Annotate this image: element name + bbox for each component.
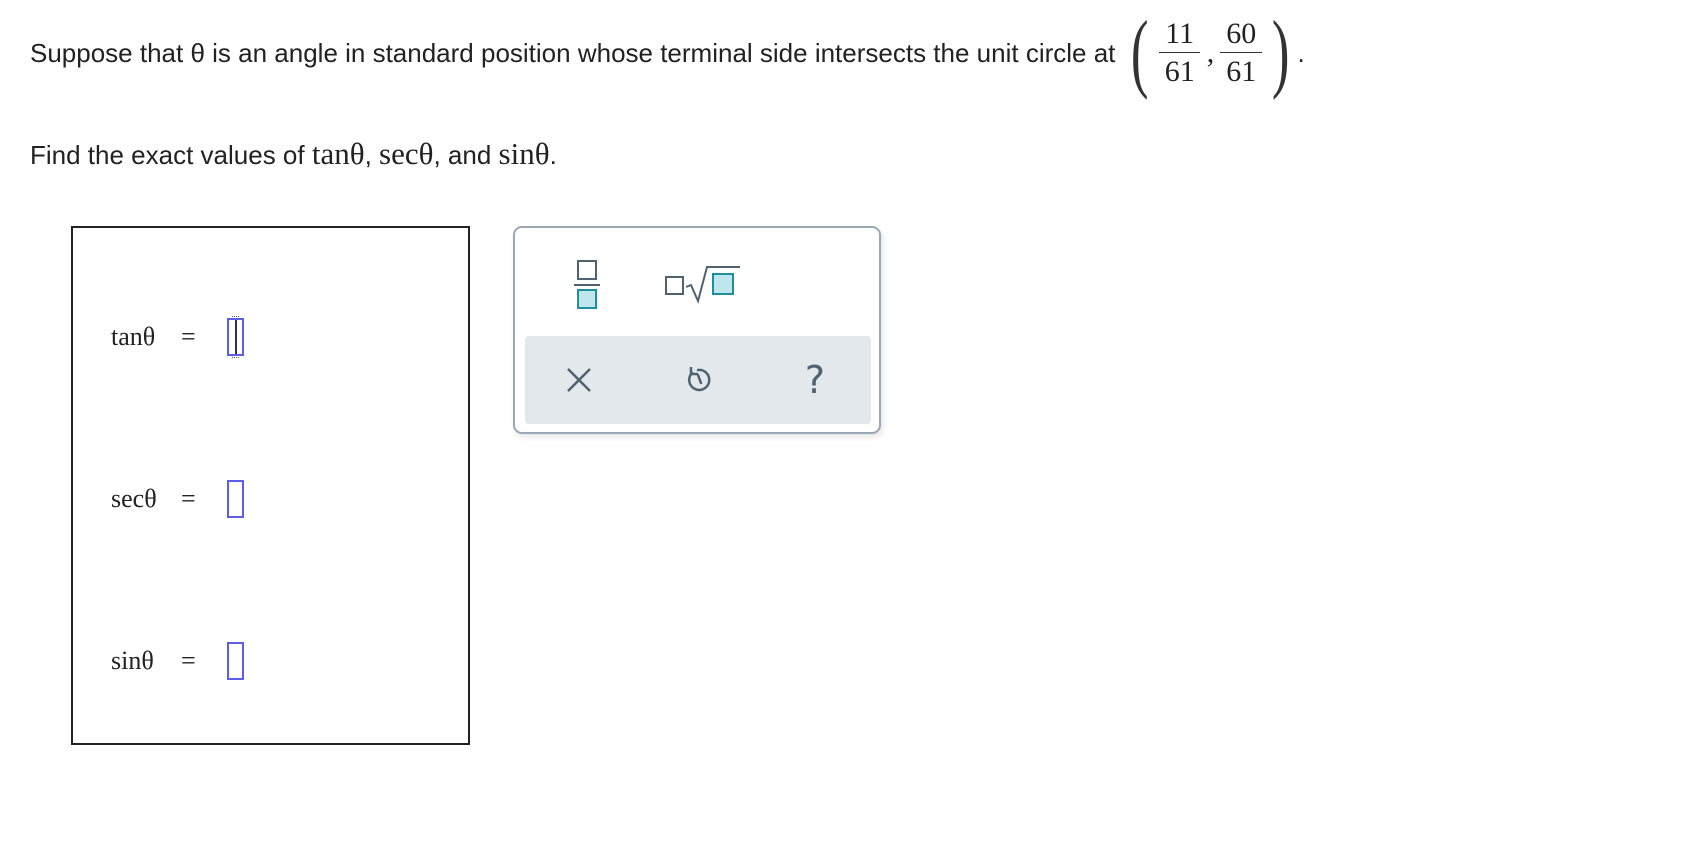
help-icon: ? xyxy=(804,358,826,402)
tan-label: tanθ xyxy=(111,322,156,351)
undo-icon xyxy=(687,367,711,392)
sec-answer-input[interactable] xyxy=(227,480,244,518)
square-root-icon xyxy=(665,266,740,305)
sin-label: sinθ xyxy=(111,646,154,675)
y-denominator: 61 xyxy=(1226,55,1257,88)
sentence-period: . xyxy=(1297,37,1305,68)
instruction-text: Find the exact values of xyxy=(30,140,305,170)
clear-button[interactable] xyxy=(551,352,607,408)
separator-1: , xyxy=(364,140,372,170)
instruction-end: . xyxy=(549,140,557,170)
fraction-icon xyxy=(574,260,600,309)
sec-label: secθ xyxy=(111,484,157,513)
x-coordinate-fraction: 11 61 xyxy=(1159,19,1201,87)
tan-answer-input[interactable] xyxy=(227,316,244,358)
x-numerator: 11 xyxy=(1159,19,1201,53)
square-root-button[interactable] xyxy=(659,258,745,308)
answer-row-tan: tanθ = xyxy=(111,316,244,358)
coordinate-comma: , xyxy=(1206,36,1215,69)
question-line-2: Find the exact values of tanθ, secθ, and… xyxy=(30,136,557,172)
answer-box: tanθ = secθ = sinθ = xyxy=(71,226,470,745)
unit-circle-point: ( 11 61 , 60 61 ) xyxy=(1125,9,1295,97)
equals-sign: = xyxy=(181,484,196,513)
sec-expression: secθ xyxy=(379,136,434,171)
answer-row-sin: sinθ = xyxy=(111,642,244,680)
clear-icon xyxy=(567,368,591,392)
answer-row-sec: secθ = xyxy=(111,480,244,518)
equals-sign: = xyxy=(181,646,196,675)
math-tool-palette: ? xyxy=(513,226,881,434)
help-button[interactable]: ? xyxy=(787,352,843,408)
x-denominator: 61 xyxy=(1164,55,1195,88)
right-paren: ) xyxy=(1272,4,1290,101)
action-bar: ? xyxy=(525,336,871,424)
sin-answer-input[interactable] xyxy=(227,642,244,680)
undo-button[interactable] xyxy=(670,352,726,408)
fraction-button[interactable] xyxy=(565,254,609,316)
left-paren: ( xyxy=(1131,4,1149,101)
separator-2: , and xyxy=(433,140,492,170)
y-numerator: 60 xyxy=(1220,19,1263,53)
question-text: Suppose that θ is an angle in standard p… xyxy=(30,37,1116,68)
question-line-1: Suppose that θ is an angle in standard p… xyxy=(30,9,1305,97)
tan-expression: tanθ xyxy=(311,136,365,171)
y-coordinate-fraction: 60 61 xyxy=(1220,19,1263,88)
equals-sign: = xyxy=(181,322,196,351)
sin-expression: sinθ xyxy=(498,136,550,171)
